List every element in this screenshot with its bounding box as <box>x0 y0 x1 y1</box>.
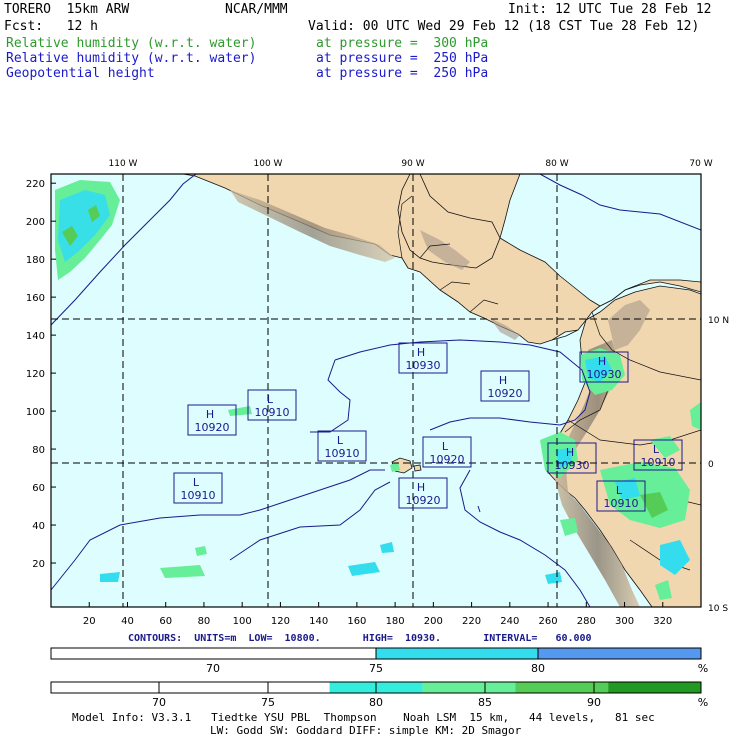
colorbar-label: 80 <box>369 696 383 709</box>
center-type: H <box>417 346 425 359</box>
colorbar-segment <box>236 682 330 693</box>
x-tick-label: 160 <box>347 616 366 627</box>
x-tick-label: 120 <box>271 616 290 627</box>
center-type: H <box>598 355 606 368</box>
center-type: H <box>566 446 574 459</box>
center-value: 10910 <box>181 489 216 502</box>
colorbar-label: 90 <box>587 696 601 709</box>
center-value: 10910 <box>641 456 676 469</box>
center-value: 10910 <box>604 497 639 510</box>
y-tick-label: 20 <box>32 559 45 570</box>
longitude-label: 100 W <box>254 159 283 169</box>
x-tick-label: 100 <box>233 616 252 627</box>
colorbar-300hpa: 70 75 80 85 90% <box>50 681 708 709</box>
y-tick-label: 40 <box>32 521 45 532</box>
center-value: 10930 <box>555 459 590 472</box>
longitude-label: 80 W <box>545 159 568 169</box>
x-tick-label: 280 <box>577 616 596 627</box>
contour-info: CONTOURS: UNITS=m LOW= 10800. HIGH= 1093… <box>128 633 592 644</box>
x-tick-label: 80 <box>198 616 211 627</box>
x-tick-label: 300 <box>615 616 634 627</box>
physics-info: LW: Godd SW: Goddard DIFF: simple KM: 2D… <box>210 724 522 737</box>
y-tick-label: 60 <box>32 483 45 494</box>
center-type: L <box>442 440 449 453</box>
colorbar-segment <box>51 682 144 693</box>
colorbar-segment <box>608 682 701 693</box>
colorbar-unit: % <box>698 662 708 675</box>
center-type: L <box>267 393 274 406</box>
colorbar-label: 70 <box>152 696 166 709</box>
center-type: H <box>417 481 425 494</box>
colorbar-segment <box>376 648 539 659</box>
center-type: H <box>206 408 214 421</box>
latitude-label: 10 N <box>708 316 729 326</box>
y-tick-label: 180 <box>26 255 45 266</box>
x-tick-label: 180 <box>386 616 405 627</box>
colorbar-label: 80 <box>531 662 545 675</box>
x-tick-label: 40 <box>121 616 134 627</box>
longitude-label: 70 W <box>689 159 712 169</box>
y-tick-label: 140 <box>26 331 45 342</box>
model-info: Model Info: V3.3.1 Tiedtke YSU PBL Thomp… <box>72 711 655 724</box>
center-type: H <box>499 374 507 387</box>
latitude-label: 0 <box>708 460 714 470</box>
center-type: L <box>337 434 344 447</box>
longitude-label: 110 W <box>109 159 138 169</box>
center-type: L <box>193 476 200 489</box>
x-tick-label: 200 <box>424 616 443 627</box>
y-tick-label: 80 <box>32 445 45 456</box>
center-value: 10920 <box>430 453 465 466</box>
y-tick-label: 220 <box>26 179 45 190</box>
longitude-label: 90 W <box>401 159 424 169</box>
colorbar-label: 75 <box>369 662 383 675</box>
x-tick-label: 240 <box>500 616 519 627</box>
y-tick-label: 120 <box>26 369 45 380</box>
center-value: 10910 <box>255 406 290 419</box>
center-value: 10930 <box>406 359 441 372</box>
center-type: L <box>653 443 660 456</box>
colorbar-label: 70 <box>206 662 220 675</box>
x-tick-label: 260 <box>539 616 558 627</box>
colorbar-segment <box>51 648 214 659</box>
center-value: 10920 <box>195 421 230 434</box>
latitude-label: 10 S <box>708 604 728 614</box>
colorbar-unit: % <box>698 696 708 709</box>
colorbar-segment <box>213 648 376 659</box>
y-tick-label: 160 <box>26 293 45 304</box>
y-tick-label: 200 <box>26 217 45 228</box>
x-tick-label: 20 <box>83 616 96 627</box>
x-tick-label: 220 <box>462 616 481 627</box>
center-type: L <box>616 484 623 497</box>
center-value: 10920 <box>406 494 441 507</box>
x-tick-label: 320 <box>653 616 672 627</box>
colorbar-250hpa: 70 75 80% <box>50 647 708 675</box>
colorbar-label: 75 <box>261 696 275 709</box>
center-value: 10910 <box>325 447 360 460</box>
y-tick-label: 100 <box>26 407 45 418</box>
x-tick-label: 60 <box>159 616 172 627</box>
center-value: 10930 <box>587 368 622 381</box>
x-tick-label: 140 <box>309 616 328 627</box>
colorbar-segment <box>143 682 237 693</box>
weather-map: H10920L10910L10910L10910H10930H10920L109… <box>26 159 729 709</box>
center-value: 10920 <box>488 387 523 400</box>
colorbar-label: 85 <box>478 696 492 709</box>
colorbar-segment <box>422 682 516 693</box>
colorbar-segment <box>538 648 701 659</box>
